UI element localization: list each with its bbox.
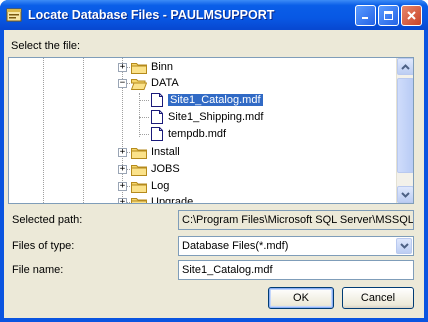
files-of-type-value: Database Files(*.mdf) [182,240,289,252]
expand-toggle[interactable]: + [118,182,127,191]
tree-item-label: Site1_Shipping.mdf [168,111,264,123]
folder-icon [131,62,147,74]
close-icon [407,11,416,20]
tree-item-data[interactable]: DATA [131,75,179,91]
title-bar[interactable]: Locate Database Files - PAULMSUPPORT [0,0,428,30]
expand-toggle[interactable]: + [118,165,127,174]
files-of-type-label: Files of type: [12,240,75,252]
file-name-label: File name: [12,264,64,276]
tree-item-label: Install [151,146,180,158]
tree-item-tempdb[interactable]: tempdb.mdf [151,126,226,142]
expand-toggle[interactable]: + [118,148,127,157]
minimize-button[interactable] [355,5,376,26]
tree-item-site1-shipping[interactable]: Site1_Shipping.mdf [151,109,263,125]
tree-item-label: DATA [151,77,179,89]
tree-item-jobs[interactable]: JOBS [131,161,180,177]
chevron-down-icon [399,243,409,249]
tree-item-label: Site1_Catalog.mdf [167,93,264,107]
folder-icon [131,164,147,176]
dropdown-button[interactable] [396,238,412,254]
tree-line [139,134,149,135]
scroll-down-button[interactable] [397,186,413,203]
select-file-label: Select the file: [11,40,81,52]
tree-item-label: Upgrade [151,196,194,204]
maximize-icon [384,11,393,20]
tree-line [139,117,149,118]
file-icon [151,110,163,124]
tree-item-binn[interactable]: Binn [131,59,173,75]
folder-icon [131,181,147,193]
ok-button[interactable]: OK [268,287,334,309]
cancel-button[interactable]: Cancel [342,287,414,309]
tree-item-site1-catalog[interactable]: Site1_Catalog.mdf [151,92,264,108]
tree-item-label: JOBS [151,163,180,175]
expand-toggle[interactable]: + [118,63,127,72]
file-icon [151,127,163,141]
scroll-up-button[interactable] [397,58,413,75]
maximize-button[interactable] [378,5,399,26]
tree-item-label: tempdb.mdf [168,128,227,140]
selected-path-label: Selected path: [12,214,83,226]
folder-icon [131,197,147,203]
file-icon [151,93,163,107]
file-name-input[interactable]: Site1_Catalog.mdf [178,260,414,280]
tree-line [43,58,44,203]
scroll-thumb[interactable] [397,78,413,173]
files-of-type-select[interactable]: Database Files(*.mdf) [178,236,414,256]
tree-item-label: Log [151,180,170,192]
chevron-up-icon [401,63,410,70]
window-title: Locate Database Files - PAULMSUPPORT [28,8,275,22]
database-app-icon [6,8,22,22]
close-button[interactable] [401,5,422,26]
tree-item-upgrade[interactable]: Upgrade [131,194,194,204]
tree-item-install[interactable]: Install [131,144,180,160]
folder-open-icon [131,78,147,90]
expand-toggle[interactable]: + [118,198,127,203]
tree-scrollbar[interactable] [396,58,413,203]
folder-icon [131,147,147,159]
minimize-icon [362,17,368,19]
dialog-body: Select the file: + Binn − DATA Site1_Cat… [4,30,424,318]
collapse-toggle[interactable]: − [118,79,127,88]
tree-line [83,58,84,203]
chevron-down-icon [401,191,410,198]
selected-path-field: C:\Program Files\Microsoft SQL Server\MS… [178,210,414,230]
dialog-window: Locate Database Files - PAULMSUPPORT Sel… [0,0,428,322]
tree-line [139,100,149,101]
tree-item-label: Binn [151,61,174,73]
tree-item-log[interactable]: Log [131,178,169,194]
file-tree[interactable]: + Binn − DATA Site1_Catalog.mdf Site1_Sh… [8,57,414,204]
